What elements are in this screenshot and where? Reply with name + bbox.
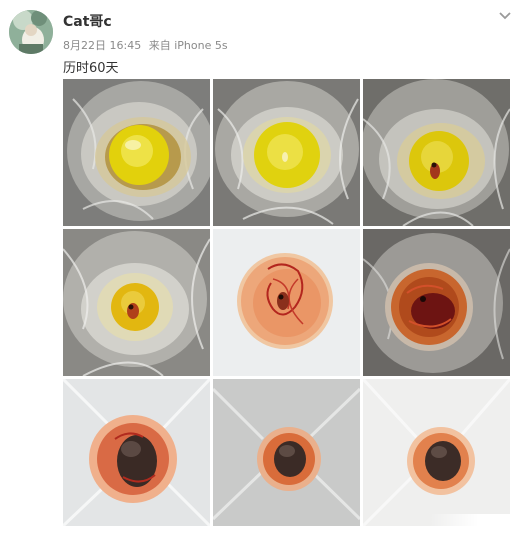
photo-egg-7[interactable] (63, 379, 210, 526)
photo-egg-6[interactable] (363, 229, 510, 376)
photo-egg-3[interactable] (363, 79, 510, 226)
source-prefix: 来自 (148, 39, 171, 52)
photo-grid (63, 79, 510, 526)
chevron-down-icon[interactable] (496, 8, 514, 24)
photo-egg-5[interactable] (213, 229, 360, 376)
device-name[interactable]: iPhone 5s (174, 39, 227, 52)
avatar[interactable] (9, 10, 53, 54)
avatar-image (9, 10, 53, 54)
post-text: 历时60天 (63, 61, 119, 76)
watermark-fade (430, 514, 510, 526)
weibo-post: Cat哥c 8月22日 16:45 来自 iPhone 5s 历时60天 (0, 0, 524, 534)
photo-egg-4[interactable] (63, 229, 210, 376)
photo-egg-2[interactable] (213, 79, 360, 226)
photo-egg-1[interactable] (63, 79, 210, 226)
photo-egg-8[interactable] (213, 379, 360, 526)
username[interactable]: Cat哥c (63, 11, 112, 31)
photo-egg-9[interactable] (363, 379, 510, 526)
post-meta: 8月22日 16:45 来自 iPhone 5s (63, 37, 232, 53)
post-date[interactable]: 8月22日 16:45 (63, 39, 141, 52)
